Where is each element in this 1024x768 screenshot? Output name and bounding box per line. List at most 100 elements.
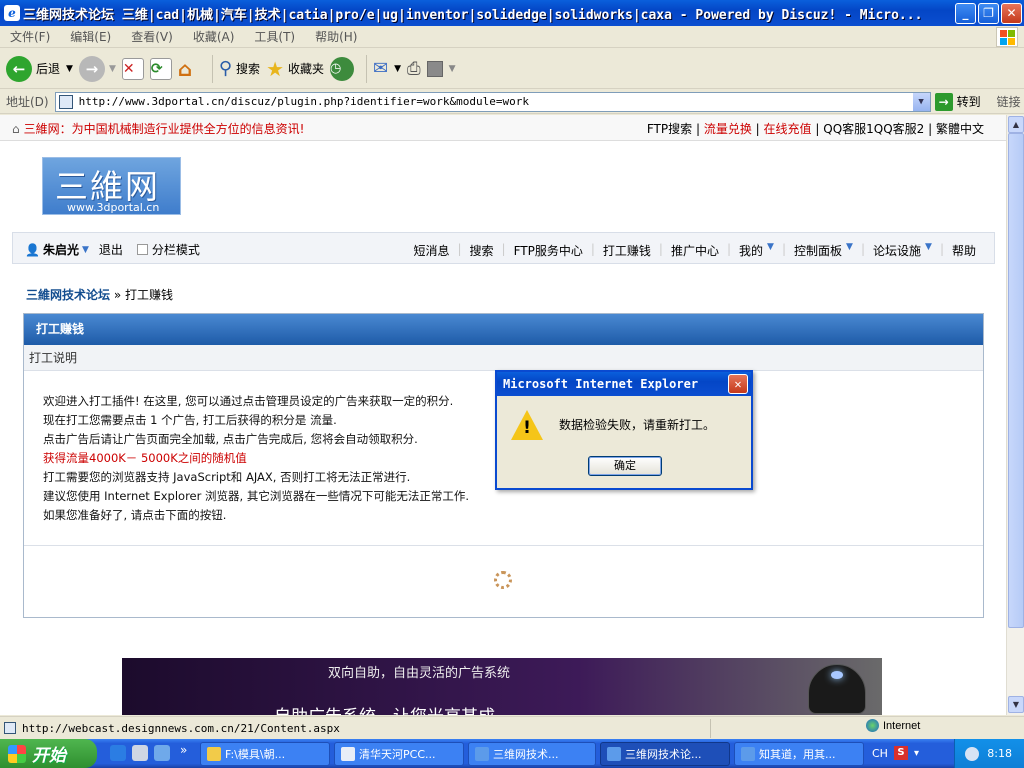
dialog-message: 数据检验失败，请重新打工。 xyxy=(559,418,716,432)
nav-mine[interactable]: 我的 xyxy=(739,242,763,259)
menu-view[interactable]: 查看(V) xyxy=(121,28,183,45)
scroll-down-icon[interactable]: ▼ xyxy=(1008,696,1024,713)
toolbar: ← 后退 ▼ → ▼ ✕ ⟳ ⌂ ⚲ 搜索 ★ 收藏夹 ◷ ✉ ▼ ⎙ ▼ xyxy=(0,49,1024,89)
instruction-line: 打工需要您的浏览器支持 JavaScript和 AJAX, 否则打工将无法正常进… xyxy=(43,470,411,484)
recharge-link[interactable]: 在线充值 xyxy=(764,122,812,136)
scroll-up-icon[interactable]: ▲ xyxy=(1008,116,1024,133)
logo-url: www.3dportal.cn xyxy=(67,201,160,214)
edit-dropdown-icon[interactable]: ▼ xyxy=(449,64,456,74)
ad-banner[interactable]: 双向自助，自由灵活的广告系统 自助广告系统，让您光高甚成 xyxy=(122,658,882,715)
start-label: 开始 xyxy=(32,746,66,766)
forward-dropdown-icon[interactable]: ▼ xyxy=(109,64,116,74)
breadcrumb-home[interactable]: 三維网技术论坛 xyxy=(26,288,110,302)
history-icon[interactable]: ◷ xyxy=(330,56,355,81)
back-button[interactable]: ← 后退 ▼ xyxy=(6,55,73,82)
maximize-button[interactable]: ❐ xyxy=(978,2,999,24)
mail-icon[interactable]: ✉ xyxy=(373,58,388,79)
house-icon[interactable]: ⌂ xyxy=(12,122,20,136)
chevron-down-icon[interactable]: ▼ xyxy=(846,242,853,259)
vertical-scrollbar[interactable]: ▲ ▼ xyxy=(1006,115,1024,715)
nav-promotion[interactable]: 推广中心 xyxy=(671,242,719,259)
top-links: FTP搜索 | 流量兑换 | 在线充值 | QQ客服1QQ客服2 | 繁體中文 xyxy=(647,120,984,137)
site-logo[interactable]: 三維网 www.3dportal.cn xyxy=(42,157,181,215)
menu-favorites[interactable]: 收藏(A) xyxy=(183,28,245,45)
nav-ftp-center[interactable]: FTP服务中心 xyxy=(514,242,583,259)
quicklaunch-overflow-icon[interactable]: » xyxy=(180,743,187,757)
user-dropdown-icon[interactable]: ▼ xyxy=(82,245,89,255)
forum-nav-bar: 👤 朱启光 ▼ 退出 分栏模式 短消息 | 搜索 | FTP服务中心 | 打工赚钱 | … xyxy=(12,232,995,264)
edit-icon[interactable] xyxy=(426,60,443,77)
ad-line-1: 双向自助，自由灵活的广告系统 xyxy=(328,666,511,681)
dialog-title: Microsoft Internet Explorer xyxy=(503,377,699,391)
nav-search[interactable]: 搜索 xyxy=(470,242,494,259)
nav-help[interactable]: 帮助 xyxy=(952,242,976,259)
links-label[interactable]: 链接 xyxy=(997,93,1021,110)
dialog-close-button[interactable]: ✕ xyxy=(728,374,748,394)
back-dropdown-icon[interactable]: ▼ xyxy=(66,64,73,74)
username-link[interactable]: 朱启光 xyxy=(43,241,79,258)
minimize-button[interactable]: _ xyxy=(955,2,976,24)
go-label: 转到 xyxy=(956,95,981,109)
close-button[interactable]: ✕ xyxy=(1001,2,1022,24)
task-explorer[interactable]: F:\模具\朝... xyxy=(200,742,330,766)
ie-icon: e xyxy=(4,5,20,21)
start-button[interactable]: 开始 xyxy=(0,739,97,768)
forward-button[interactable]: → ▼ xyxy=(78,55,116,82)
go-button[interactable]: → 转到 xyxy=(934,92,981,111)
search-button[interactable]: ⚲ 搜索 xyxy=(219,58,260,79)
language-indicator[interactable]: CH xyxy=(872,747,888,760)
tray-app-icon[interactable] xyxy=(965,746,980,761)
menu-tools[interactable]: 工具(T) xyxy=(244,28,305,45)
flow-exchange-link[interactable]: 流量兑换 xyxy=(704,122,752,136)
nav-links: 短消息 | 搜索 | FTP服务中心 | 打工赚钱 | 推广中心 | 我的 ▼ | 控制面板 ▼… xyxy=(413,242,976,259)
task-3dportal-1[interactable]: 三维网技术... xyxy=(468,742,596,766)
stop-icon[interactable]: ✕ xyxy=(121,57,144,80)
status-cells xyxy=(710,719,860,738)
desktop-quicklaunch-icon[interactable] xyxy=(132,745,148,761)
support-links[interactable]: QQ客服1QQ客服2 | 繁體中文 xyxy=(823,122,984,136)
ime-icon[interactable]: S xyxy=(893,746,908,760)
instruction-line: 现在打工您需要点击 1 个广告, 打工后获得的积分是 流量. xyxy=(43,413,337,427)
go-arrow-icon: → xyxy=(934,92,953,111)
scroll-thumb[interactable] xyxy=(1008,133,1024,628)
address-bar: 地址(D) http://www.3dportal.cn/discuz/plug… xyxy=(0,90,1024,114)
ftp-search-link[interactable]: FTP搜索 xyxy=(647,122,692,136)
chevron-down-icon[interactable]: ▼ xyxy=(925,242,932,259)
address-url: http://www.3dportal.cn/discuz/plugin.php… xyxy=(78,95,529,108)
slogan-text: 三維网：为中国机械制造行业提供全方位的信息资讯! xyxy=(23,122,305,136)
home-icon[interactable]: ⌂ xyxy=(178,58,200,80)
logout-link[interactable]: 退出 xyxy=(99,241,123,258)
address-dropdown-icon[interactable]: ▼ xyxy=(912,92,930,111)
ie-quicklaunch-icon[interactable] xyxy=(110,745,126,761)
task-3dportal-2[interactable]: 三维网技术论... xyxy=(600,742,730,766)
instruction-line: 点击广告后请让广告页面完全加载, 点击广告完成后, 您将会自动领取积分. xyxy=(43,432,418,446)
print-icon[interactable]: ⎙ xyxy=(407,59,421,79)
page-icon xyxy=(58,94,73,109)
taskbar: 开始 » F:\模具\朝... 清华天河PCC... 三维网技术... 三维网技… xyxy=(0,739,1024,768)
menu-help[interactable]: 帮助(H) xyxy=(305,28,367,45)
task-label: 清华天河PCC... xyxy=(359,748,436,761)
task-zhiqidao[interactable]: 知其道，用其... xyxy=(734,742,864,766)
language-bar[interactable]: CH S ▾ xyxy=(872,746,919,760)
divider xyxy=(24,545,983,546)
task-pcc[interactable]: 清华天河PCC... xyxy=(334,742,464,766)
toolbar-separator xyxy=(366,54,368,83)
mail-dropdown-icon[interactable]: ▼ xyxy=(394,64,401,74)
media-quicklaunch-icon[interactable] xyxy=(154,745,170,761)
refresh-icon[interactable]: ⟳ xyxy=(149,57,172,80)
nav-messages[interactable]: 短消息 xyxy=(413,242,449,259)
ok-button[interactable]: 确定 xyxy=(588,456,662,476)
columns-checkbox[interactable] xyxy=(136,244,148,255)
favorites-button[interactable]: ★ 收藏夹 xyxy=(266,57,324,81)
windows-flag-icon xyxy=(8,744,26,763)
address-input[interactable]: http://www.3dportal.cn/discuz/plugin.php… xyxy=(54,91,931,112)
nav-control-panel[interactable]: 控制面板 xyxy=(794,242,842,259)
ime-options-icon[interactable]: ▾ xyxy=(914,748,919,759)
chevron-down-icon[interactable]: ▼ xyxy=(767,242,774,259)
nav-forum-tools[interactable]: 论坛设施 xyxy=(873,242,921,259)
link-separator: | xyxy=(815,122,820,136)
columns-label[interactable]: 分栏模式 xyxy=(152,241,200,258)
nav-earn-money[interactable]: 打工赚钱 xyxy=(603,242,651,259)
menu-file[interactable]: 文件(F) xyxy=(0,28,60,45)
menu-edit[interactable]: 编辑(E) xyxy=(60,28,121,45)
